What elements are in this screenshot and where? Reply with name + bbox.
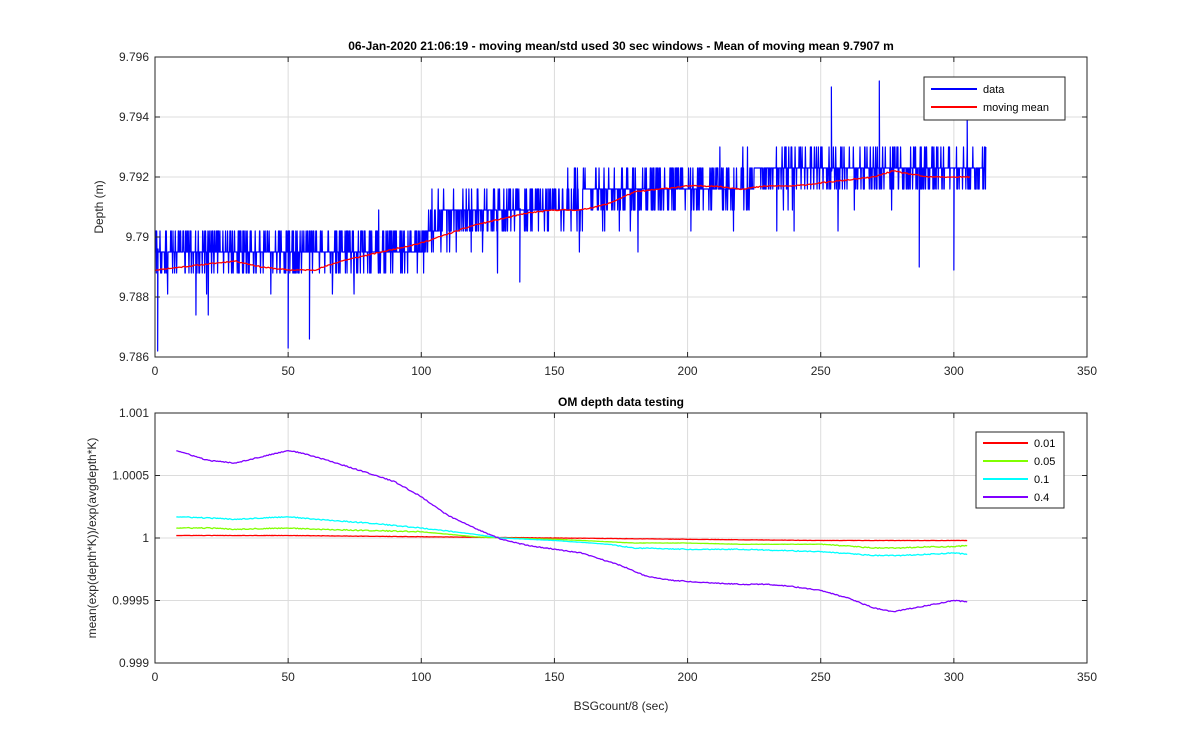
depth-y-tick-label: 9.792 [119, 170, 149, 184]
om-x-tick-label: 150 [544, 670, 564, 684]
legend-label-k-0.01: 0.01 [1034, 438, 1055, 450]
om-y-tick-label: 0.999 [119, 656, 149, 670]
om-x-tick-label: 250 [811, 670, 831, 684]
om-x-axis-label: BSGcount/8 (sec) [574, 699, 669, 713]
om-x-tick-label: 350 [1077, 670, 1097, 684]
depth-x-tick-label: 300 [944, 364, 964, 378]
om-x-tick-label: 300 [944, 670, 964, 684]
depth-y-tick-label: 9.794 [119, 110, 149, 124]
om-y-tick-label: 1.001 [119, 406, 149, 420]
legend-label-k-0.05: 0.05 [1034, 456, 1055, 468]
figure: 0 50 100 150 200 250 300 3509.7869.7889.799.792… [0, 0, 1200, 750]
depth-x-tick-label: 200 [678, 364, 698, 378]
legend-label-k-0.1: 0.1 [1034, 474, 1049, 486]
om-y-tick-label: 0.9995 [112, 594, 149, 608]
om-y-axis-label: mean(exp(depth*K))/exp(avgdepth*K) [85, 438, 99, 639]
depth-y-tick-label: 9.788 [119, 290, 149, 304]
om-y-tick-label: 1 [142, 531, 149, 545]
depth-subplot: 0 50 100 150 200 250 300 350 9.786 9.788 9.79 9.792… [92, 39, 1097, 378]
om-legend: 0.01 0.05 0.1 0.4 [975, 431, 1065, 509]
legend-label-moving-mean: moving mean [983, 102, 1049, 114]
depth-x-tick-label: 50 [281, 364, 295, 378]
depth-y-tick-label: 9.79 [126, 230, 150, 244]
depth-chart-title: 06-Jan-2020 21:06:19 - moving mean/std u… [348, 39, 894, 53]
depth-y-axis-label: Depth (m) [92, 180, 106, 233]
depth-legend: data moving mean [923, 76, 1066, 121]
depth-x-tick-label: 0 [152, 364, 159, 378]
legend-label-k-0.4: 0.4 [1034, 492, 1049, 504]
om-x-tick-label: 100 [411, 670, 431, 684]
om-chart-title: OM depth data testing [558, 395, 684, 409]
depth-y-tick-label: 9.796 [119, 50, 149, 64]
depth-x-tick-label: 150 [544, 364, 564, 378]
depth-x-tick-label: 100 [411, 364, 431, 378]
depth-x-tick-label: 350 [1077, 364, 1097, 378]
om-x-tick-label: 50 [281, 670, 295, 684]
om-x-tick-label: 0 [152, 670, 159, 684]
depth-y-tick-label: 9.786 [119, 350, 149, 364]
om-y-tick-label: 1.0005 [112, 469, 149, 483]
depth-x-tick-label: 250 [811, 364, 831, 378]
legend-label-data: data [983, 84, 1005, 96]
om-x-tick-label: 200 [678, 670, 698, 684]
